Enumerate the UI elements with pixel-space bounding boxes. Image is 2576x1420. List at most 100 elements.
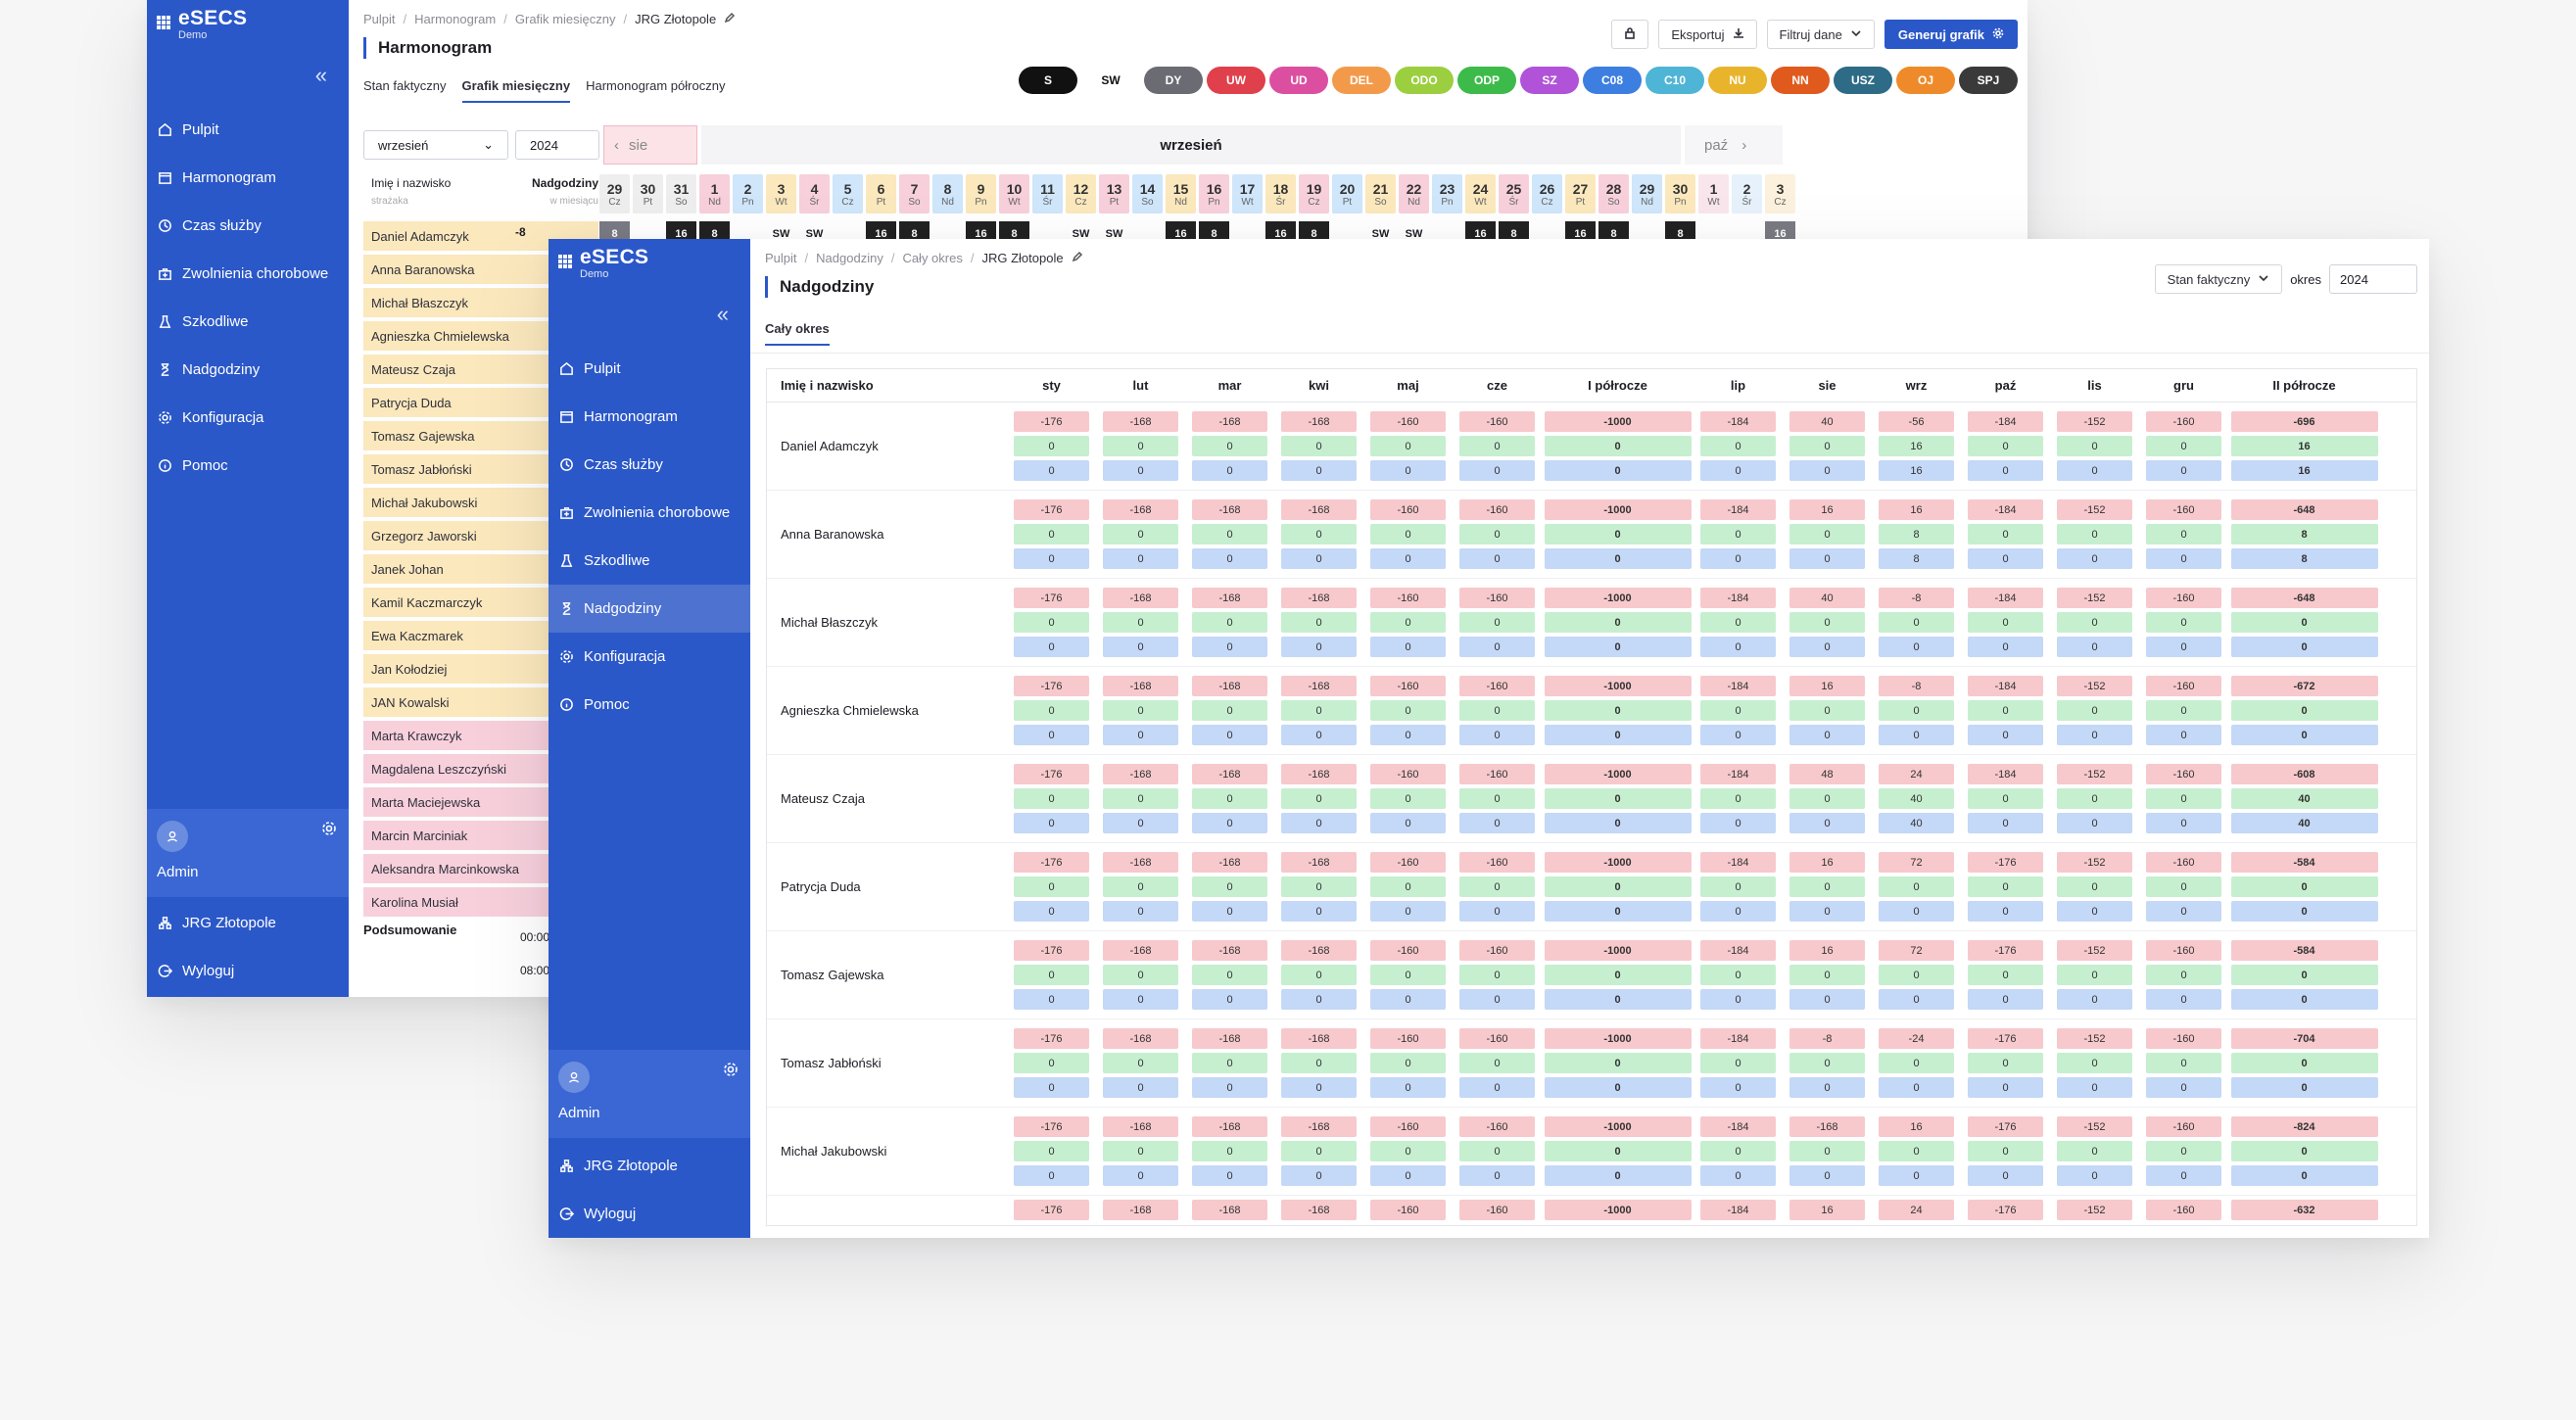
paid-hours-cell[interactable]: 0 xyxy=(1192,901,1267,922)
paid-hours-cell[interactable]: 0 xyxy=(1544,460,1692,481)
planned-hours-cell[interactable]: -168 xyxy=(1281,764,1357,784)
planned-hours-cell[interactable]: -176 xyxy=(1014,852,1089,873)
overtime-hours-cell[interactable]: 0 xyxy=(2146,700,2221,721)
edit-icon[interactable] xyxy=(1072,251,1083,265)
nav-item-pomoc[interactable]: Pomoc xyxy=(549,681,750,729)
day-header[interactable]: 3 Cz xyxy=(1765,174,1795,213)
overtime-hours-cell[interactable]: 0 xyxy=(1700,1141,1776,1161)
paid-hours-cell[interactable]: 0 xyxy=(2146,901,2221,922)
column-header[interactable]: sie xyxy=(1783,378,1872,393)
paid-hours-cell[interactable]: 0 xyxy=(1459,725,1535,745)
paid-hours-cell[interactable]: 0 xyxy=(1879,901,1954,922)
paid-hours-cell[interactable]: 0 xyxy=(1968,1165,2043,1186)
paid-hours-cell[interactable]: 0 xyxy=(1014,548,1089,569)
overtime-hours-cell[interactable]: 0 xyxy=(1192,612,1267,633)
planned-hours-cell[interactable]: -176 xyxy=(1968,1116,2043,1137)
overtime-hours-cell[interactable]: 0 xyxy=(1281,788,1357,809)
planned-hours-cell[interactable]: -168 xyxy=(1192,1200,1267,1220)
planned-hours-cell[interactable]: -168 xyxy=(1103,499,1178,520)
paid-hours-cell[interactable]: 0 xyxy=(1014,901,1089,922)
planned-hours-cell[interactable]: -184 xyxy=(1700,1200,1776,1220)
paid-hours-cell[interactable]: 0 xyxy=(1103,989,1178,1010)
paid-hours-cell[interactable]: 0 xyxy=(2146,1165,2221,1186)
day-header[interactable]: 2 Pn xyxy=(733,174,763,213)
planned-hours-cell[interactable]: -160 xyxy=(2146,1116,2221,1137)
planned-hours-cell[interactable]: -8 xyxy=(1789,1028,1865,1049)
planned-hours-cell[interactable]: 16 xyxy=(1879,1116,1954,1137)
overtime-hours-cell[interactable]: 0 xyxy=(1370,524,1446,544)
planned-hours-cell[interactable]: -184 xyxy=(1968,676,2043,696)
shift-type-pill[interactable]: C08 xyxy=(1583,67,1642,94)
day-header[interactable]: 24 Wt xyxy=(1465,174,1496,213)
overtime-hours-cell[interactable]: 0 xyxy=(1789,612,1865,633)
shift-type-pill[interactable]: UW xyxy=(1207,67,1265,94)
overtime-hours-cell[interactable]: 0 xyxy=(1544,1053,1692,1073)
export-button[interactable]: Eksportuj xyxy=(1658,20,1757,49)
paid-hours-cell[interactable]: 0 xyxy=(1192,1165,1267,1186)
overtime-hours-cell[interactable]: 0 xyxy=(1014,612,1089,633)
planned-hours-cell[interactable]: -160 xyxy=(1459,676,1535,696)
shift-type-pill[interactable]: ODP xyxy=(1457,67,1516,94)
avatar[interactable] xyxy=(157,821,188,852)
planned-hours-cell[interactable]: -160 xyxy=(2146,411,2221,432)
overtime-hours-cell[interactable]: 0 xyxy=(2057,1141,2132,1161)
planned-hours-cell[interactable]: -176 xyxy=(1014,588,1089,608)
overtime-hours-cell[interactable]: 0 xyxy=(1103,612,1178,633)
overtime-hours-cell[interactable]: 0 xyxy=(2146,788,2221,809)
paid-hours-cell[interactable]: 0 xyxy=(2057,637,2132,657)
employee-name[interactable]: Patrycja Duda xyxy=(767,879,1007,894)
planned-hours-cell[interactable]: -152 xyxy=(2057,940,2132,961)
planned-hours-cell[interactable]: -160 xyxy=(1459,852,1535,873)
planned-hours-cell[interactable]: -672 xyxy=(2230,676,2378,696)
paid-hours-cell[interactable]: 0 xyxy=(1544,725,1692,745)
lock-button[interactable] xyxy=(1611,20,1649,49)
planned-hours-cell[interactable]: -168 xyxy=(1192,940,1267,961)
overtime-hours-cell[interactable]: 0 xyxy=(2057,612,2132,633)
nav-item-unit[interactable]: JRG Złotopole xyxy=(147,899,349,947)
paid-hours-cell[interactable]: 0 xyxy=(1879,725,1954,745)
planned-hours-cell[interactable]: 16 xyxy=(1789,676,1865,696)
day-header[interactable]: 7 So xyxy=(899,174,930,213)
breadcrumb-item[interactable]: Grafik miesięczny xyxy=(515,12,616,26)
paid-hours-cell[interactable]: 0 xyxy=(2146,989,2221,1010)
planned-hours-cell[interactable]: -160 xyxy=(1370,411,1446,432)
shift-type-pill[interactable]: DEL xyxy=(1332,67,1391,94)
employee-name[interactable]: Tomasz Jabłoński xyxy=(767,1056,1007,1070)
overtime-hours-cell[interactable]: 0 xyxy=(2230,965,2378,985)
overtime-sub[interactable]: w miesiącu xyxy=(550,196,598,207)
column-header[interactable]: Imię i nazwisko xyxy=(767,378,1007,393)
overtime-hours-cell[interactable]: 0 xyxy=(1459,1141,1535,1161)
brand[interactable]: eSECS Demo xyxy=(558,247,648,280)
planned-hours-cell[interactable]: -168 xyxy=(1281,499,1357,520)
overtime-hours-cell[interactable]: 0 xyxy=(1370,876,1446,897)
paid-hours-cell[interactable]: 0 xyxy=(1459,901,1535,922)
paid-hours-cell[interactable]: 0 xyxy=(1789,637,1865,657)
planned-hours-cell[interactable]: -168 xyxy=(1103,764,1178,784)
paid-hours-cell[interactable]: 0 xyxy=(1459,637,1535,657)
overtime-hours-cell[interactable]: 0 xyxy=(1192,788,1267,809)
user-settings-icon[interactable] xyxy=(723,1062,739,1082)
planned-hours-cell[interactable]: 16 xyxy=(1789,1200,1865,1220)
planned-hours-cell[interactable]: 40 xyxy=(1789,411,1865,432)
nav-item-unit[interactable]: JRG Złotopole xyxy=(549,1142,750,1190)
overtime-hours-cell[interactable]: 40 xyxy=(1879,788,1954,809)
planned-hours-cell[interactable]: -160 xyxy=(1370,1028,1446,1049)
paid-hours-cell[interactable]: 0 xyxy=(1014,813,1089,833)
paid-hours-cell[interactable]: 0 xyxy=(1968,725,2043,745)
column-header[interactable]: paź xyxy=(1961,378,2050,393)
paid-hours-cell[interactable]: 0 xyxy=(2146,637,2221,657)
overtime-hours-cell[interactable]: 0 xyxy=(1103,524,1178,544)
paid-hours-cell[interactable]: 0 xyxy=(1103,548,1178,569)
paid-hours-cell[interactable]: 16 xyxy=(2230,460,2378,481)
day-header[interactable]: 13 Pt xyxy=(1099,174,1129,213)
nav-item-zwolnienia[interactable]: Zwolnienia chorobowe xyxy=(549,489,750,537)
paid-hours-cell[interactable]: 0 xyxy=(1544,1165,1692,1186)
overtime-hours-cell[interactable]: 0 xyxy=(1459,876,1535,897)
day-header[interactable]: 1 Nd xyxy=(699,174,730,213)
paid-hours-cell[interactable]: 0 xyxy=(1700,460,1776,481)
overtime-hours-cell[interactable]: 0 xyxy=(2057,524,2132,544)
overtime-hours-cell[interactable]: 0 xyxy=(1700,612,1776,633)
overtime-hours-cell[interactable]: 0 xyxy=(1459,965,1535,985)
nav-item-konfiguracja[interactable]: Konfiguracja xyxy=(549,633,750,681)
paid-hours-cell[interactable]: 0 xyxy=(1968,460,2043,481)
